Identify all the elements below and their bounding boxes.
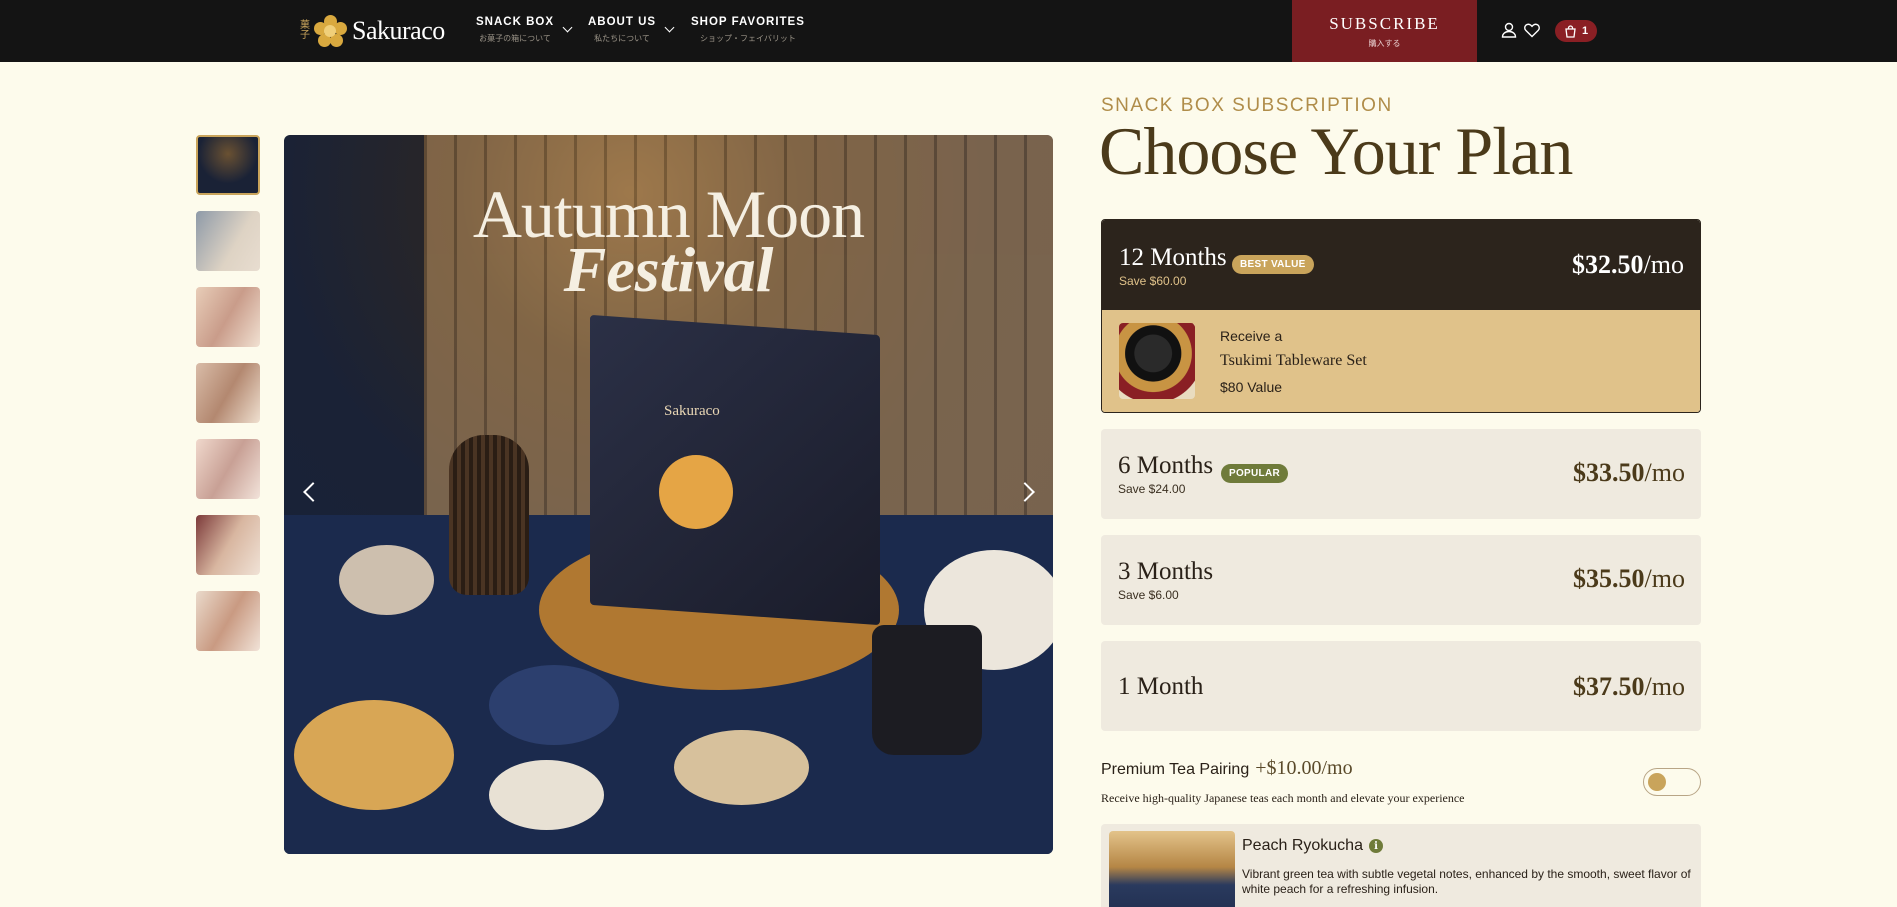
cart-icon — [1565, 24, 1576, 38]
heart-icon[interactable] — [1523, 21, 1541, 39]
tea-name: Peach Ryokucha — [1242, 837, 1363, 854]
plan-option-3-months[interactable]: 3 Months Save $6.00 $35.50/mo — [1101, 535, 1701, 625]
vase — [449, 435, 529, 595]
product-main-image: Sakuraco Autumn Moon Festival — [284, 135, 1053, 854]
plan-savings: Save $60.00 — [1119, 274, 1187, 288]
page-title: Choose Your Plan — [1099, 113, 1573, 189]
mochi-plate — [339, 545, 434, 615]
sakura-flower-icon — [314, 15, 347, 47]
plan-name: 1 Month — [1118, 673, 1204, 700]
plan-option-1-month[interactable]: 1 Month $37.50/mo — [1101, 641, 1701, 731]
gallery-thumbnail[interactable] — [196, 439, 260, 499]
best-value-badge: BEST VALUE — [1232, 255, 1314, 274]
gallery-thumbnails — [196, 135, 260, 667]
tea-pairing-label: Premium Tea Pairing — [1101, 761, 1250, 778]
nav-item-snack-box[interactable]: SNACK BOX お菓子の箱について — [476, 16, 591, 44]
tea-name-row: Peach Ryokucha i — [1242, 837, 1383, 855]
moon-illustration — [659, 455, 733, 529]
user-icon[interactable] — [1500, 21, 1518, 39]
image-title-line-2: Festival — [563, 234, 774, 305]
subscribe-sublabel: 購入する — [1368, 38, 1401, 48]
popular-badge: POPULAR — [1221, 464, 1288, 483]
sakuraco-logo[interactable]: 菓子 Sakuraco — [300, 12, 445, 50]
gift-intro: Receive a — [1220, 328, 1283, 344]
plan-name: 3 Months — [1118, 558, 1214, 585]
logo-text: Sakuraco — [352, 16, 445, 45]
gallery-thumbnail[interactable] — [196, 287, 260, 347]
plan-option-6-months[interactable]: 6 Months POPULAR Save $24.00 $33.50/mo — [1101, 429, 1701, 519]
tea-card[interactable]: Peach Ryokucha i Vibrant green tea with … — [1101, 824, 1701, 907]
gallery-thumbnail[interactable] — [196, 363, 260, 423]
tea-description: Vibrant green tea with subtle vegetal no… — [1242, 867, 1691, 896]
plate — [294, 700, 454, 810]
gift-image — [1119, 323, 1195, 399]
logo-kanji: 菓子 — [300, 20, 310, 41]
nav-item-about-us[interactable]: ABOUT US 私たちについて — [588, 16, 693, 44]
tea-pairing-toggle[interactable] — [1643, 768, 1701, 796]
chevron-down-icon — [562, 22, 573, 33]
chevron-right-icon[interactable] — [1014, 478, 1042, 506]
plan-option-12-months[interactable]: 12 Months BEST VALUE Save $60.00 $32.50/… — [1101, 219, 1701, 413]
plan-savings: Save $24.00 — [1118, 482, 1186, 496]
snack-box — [590, 314, 880, 626]
cart-button[interactable]: 1 — [1555, 20, 1597, 42]
nav-label: ABOUT US — [588, 16, 657, 28]
nav-label: SHOP FAVORITES — [691, 16, 805, 28]
plate — [489, 760, 604, 830]
top-navigation-bar: 菓子 Sakuraco SNACK BOX お菓子の箱について ABOUT US… — [0, 0, 1897, 62]
plate — [674, 730, 809, 805]
plan-name: 6 Months — [1118, 452, 1214, 479]
subscribe-label: SUBSCRIBE — [1329, 13, 1440, 33]
gallery-thumbnail[interactable] — [196, 135, 260, 195]
nav-label: SNACK BOX — [476, 16, 555, 28]
plan-price: $32.50/mo — [1572, 250, 1684, 279]
nav-sublabel: 私たちについて — [594, 34, 650, 43]
plan-price: $37.50/mo — [1573, 672, 1685, 701]
chevron-left-icon[interactable] — [294, 478, 322, 506]
nav-item-shop-favorites[interactable]: SHOP FAVORITES ショップ・フェイバリット — [691, 16, 825, 44]
nav-sublabel: お菓子の箱について — [479, 34, 551, 43]
subscribe-button[interactable]: SUBSCRIBE 購入する — [1292, 0, 1477, 62]
gallery-thumbnail[interactable] — [196, 591, 260, 651]
gallery-thumbnail[interactable] — [196, 515, 260, 575]
tea-pairing-description: Receive high-quality Japanese teas each … — [1101, 791, 1465, 805]
gallery-thumbnail[interactable] — [196, 211, 260, 271]
plan-price: $35.50/mo — [1573, 564, 1685, 593]
plan-price: $33.50/mo — [1573, 458, 1685, 487]
toggle-knob — [1648, 773, 1666, 791]
tea-image — [1109, 831, 1235, 907]
cart-count: 1 — [1581, 25, 1589, 37]
box-logo: Sakuraco — [664, 403, 720, 419]
gift-name: Tsukimi Tableware Set — [1220, 352, 1367, 369]
plate — [489, 665, 619, 745]
bonus-gift: Receive a Tsukimi Tableware Set $80 Valu… — [1102, 310, 1700, 412]
teacup — [872, 625, 982, 755]
tea-pairing-price: +$10.00/mo — [1255, 757, 1353, 779]
plan-savings: Save $6.00 — [1118, 588, 1179, 602]
nav-sublabel: ショップ・フェイバリット — [700, 34, 796, 43]
plan-name: 12 Months — [1119, 244, 1227, 271]
tea-pairing-row: Premium Tea Pairing +$10.00/mo — [1101, 757, 1353, 780]
info-icon[interactable]: i — [1368, 839, 1383, 853]
chevron-down-icon — [664, 22, 675, 33]
gift-value: $80 Value — [1220, 379, 1283, 395]
